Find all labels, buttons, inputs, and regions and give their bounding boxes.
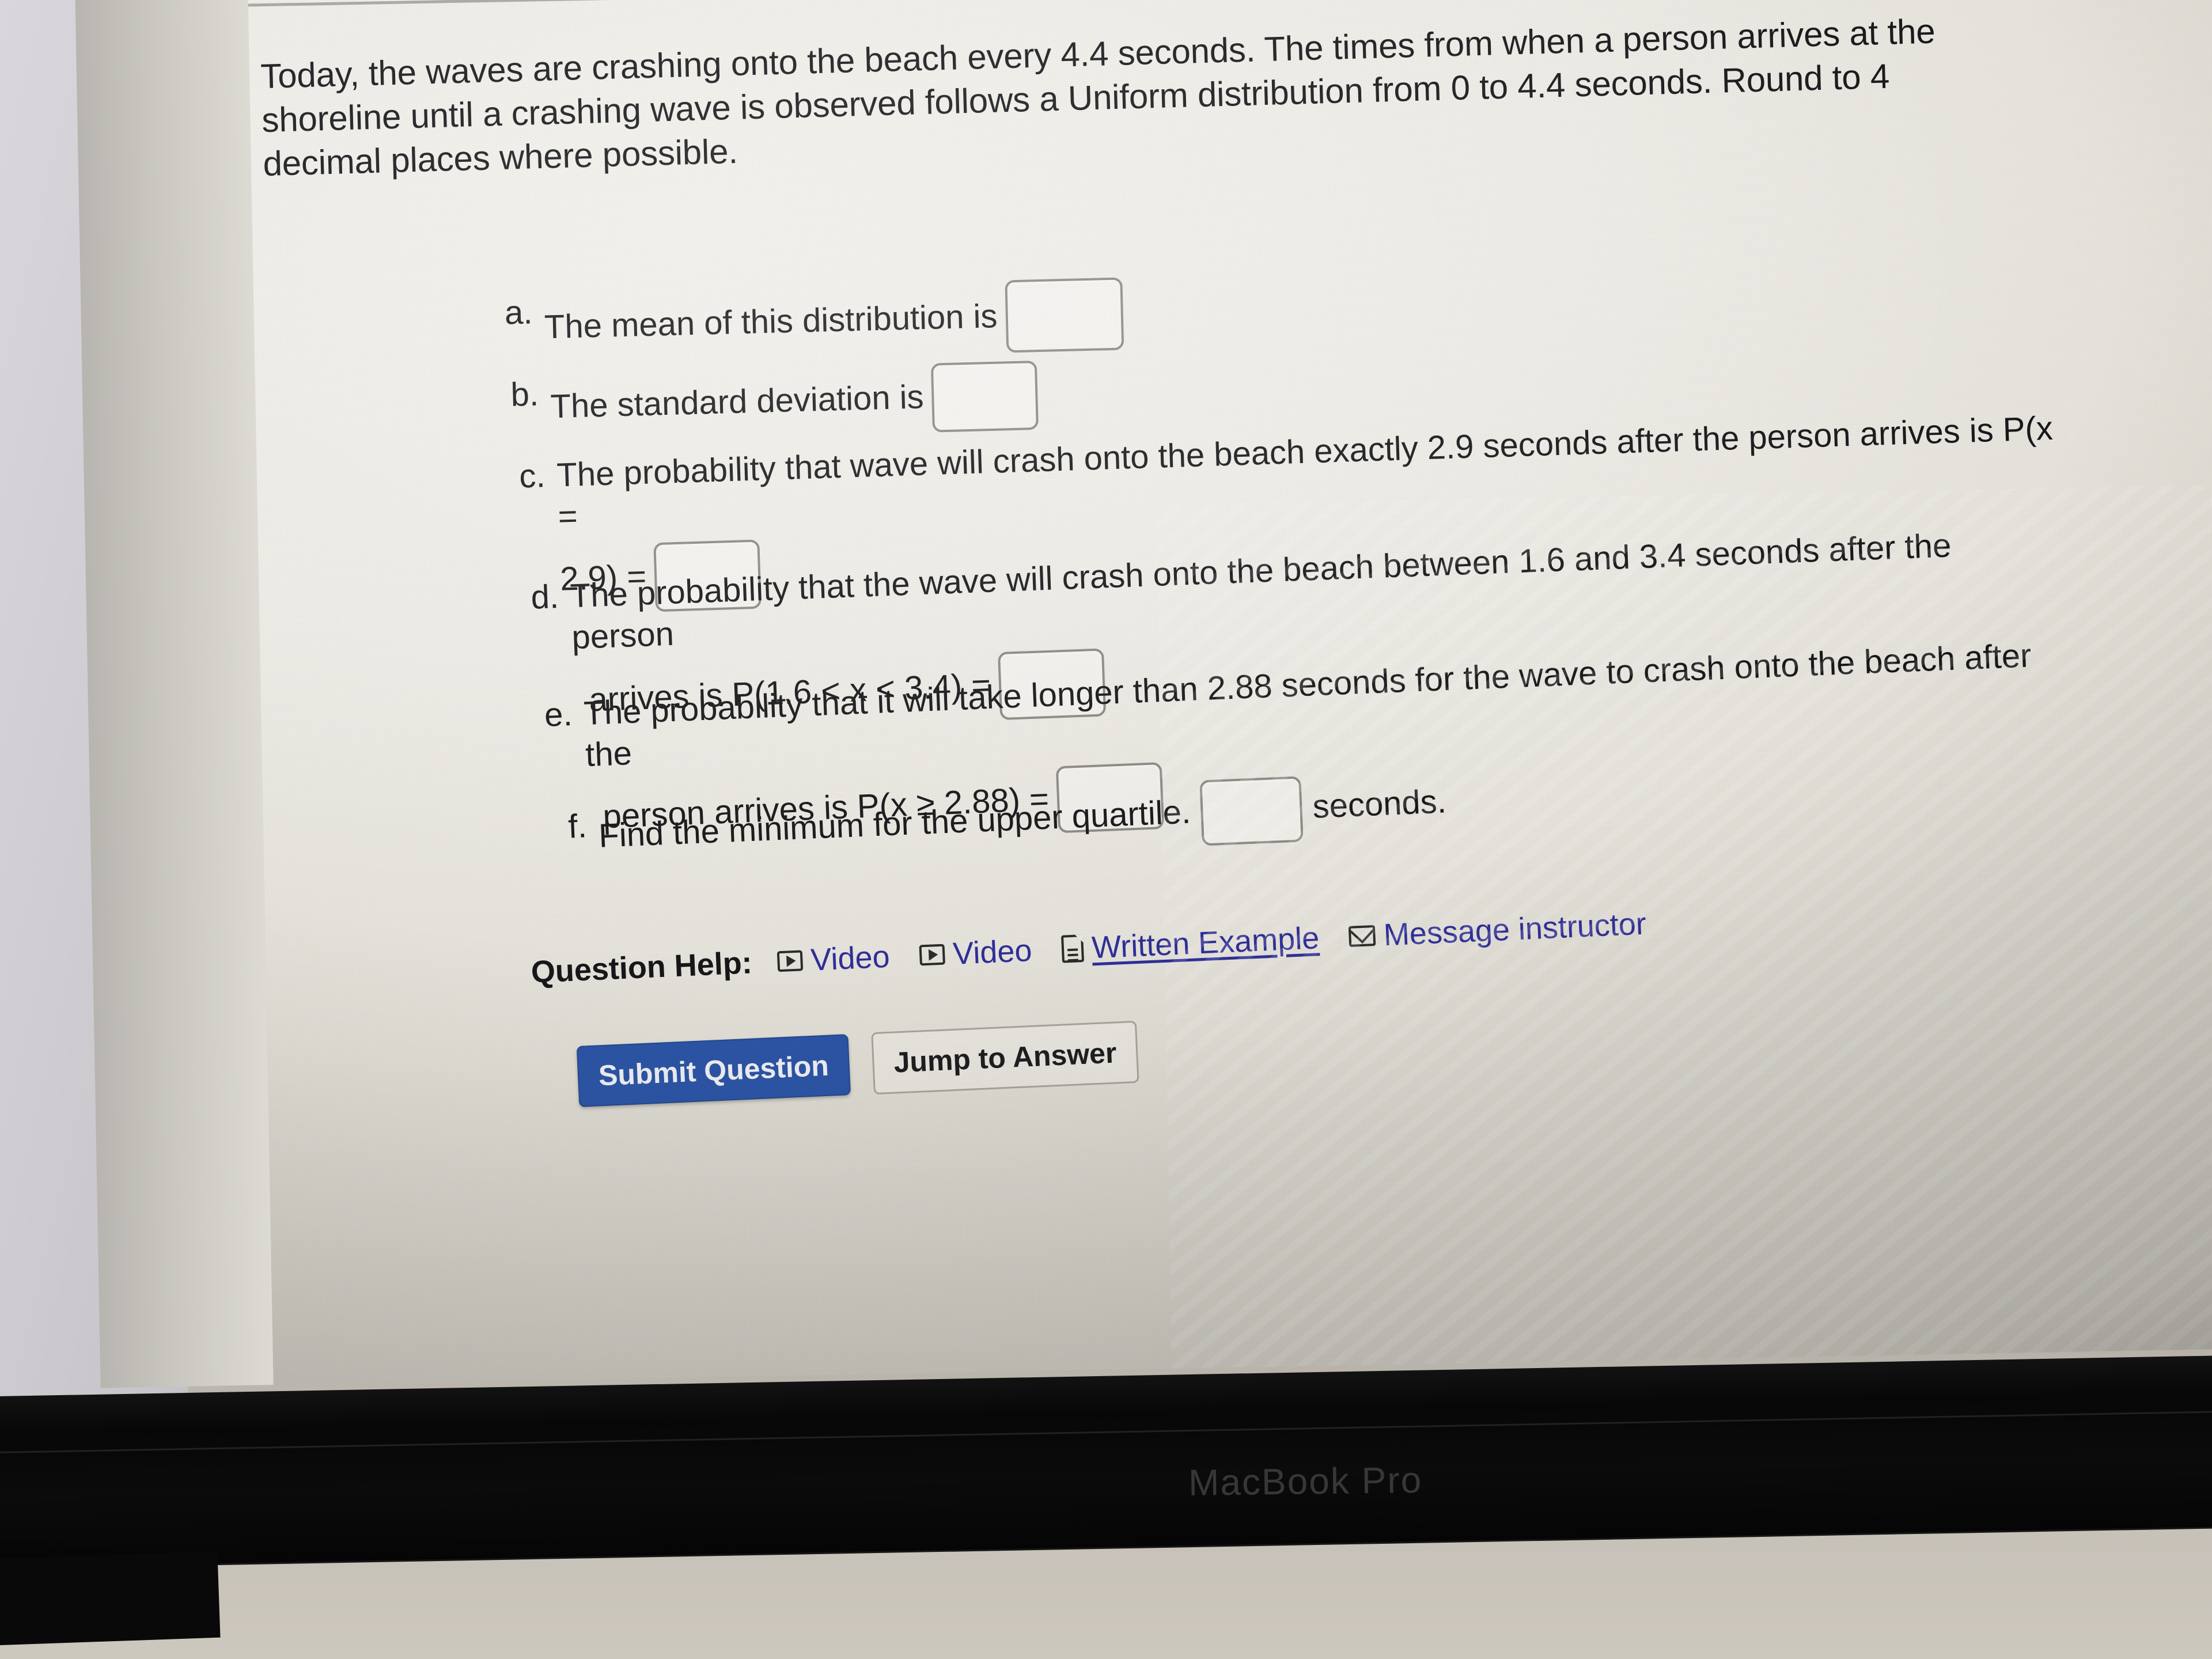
laptop-screen: Today, the waves are crashing onto the b… <box>247 0 2212 1385</box>
part-marker-a: a. <box>504 293 533 332</box>
action-button-row: Submit Question Jump to Answer <box>576 1020 1139 1108</box>
help-link-written-example-label: Written Example <box>1090 921 1320 965</box>
part-b-text: The standard deviation is <box>550 360 1039 445</box>
macbook-pro-wordmark: MacBook Pro <box>1188 1459 1423 1503</box>
part-marker-b: b. <box>510 375 539 414</box>
part-marker-f: f. <box>567 807 588 846</box>
help-link-message-instructor[interactable]: Message instructor <box>1349 906 1647 954</box>
question-help-label: Question Help: <box>530 945 753 990</box>
part-marker-d: d. <box>530 578 560 616</box>
question-part-b: b. The standard deviation is <box>507 360 1039 446</box>
mail-icon <box>1349 925 1376 947</box>
help-link-written-example[interactable]: Written Example <box>1061 920 1320 967</box>
part-a-text: The mean of this distribution is <box>544 277 1124 368</box>
question-content: Today, the waves are crashing onto the b… <box>248 0 2212 1385</box>
laptop-base-edge <box>0 1551 221 1646</box>
part-f-unit: seconds. <box>1312 782 1448 825</box>
video-icon <box>919 944 946 966</box>
answer-input-f[interactable] <box>1199 776 1304 846</box>
help-link-video-1[interactable]: Video <box>777 939 891 979</box>
help-link-message-instructor-label: Message instructor <box>1382 906 1647 953</box>
question-part-a: a. The mean of this distribution is <box>501 277 1124 368</box>
part-marker-e: e. <box>543 695 573 734</box>
help-link-video-1-label: Video <box>810 939 891 978</box>
answer-input-a[interactable] <box>1004 277 1124 353</box>
jump-to-answer-button[interactable]: Jump to Answer <box>871 1020 1139 1095</box>
help-link-video-2-label: Video <box>952 933 1033 971</box>
answer-input-b[interactable] <box>930 360 1039 433</box>
document-icon <box>1061 934 1085 963</box>
hinge-line <box>0 1409 2212 1454</box>
question-stem: Today, the waves are crashing onto the b… <box>260 12 1945 184</box>
part-marker-c: c. <box>518 457 546 495</box>
question-help-row: Question Help: Video Video Written Examp… <box>531 904 1677 990</box>
video-icon <box>777 950 804 972</box>
display-bezel-left <box>75 0 279 1388</box>
help-link-video-2[interactable]: Video <box>919 933 1033 973</box>
submit-question-button[interactable]: Submit Question <box>576 1034 851 1108</box>
laptop-display-lid: Today, the waves are crashing onto the b… <box>75 0 2212 1434</box>
photo-scene: Today, the waves are crashing onto the b… <box>0 0 2212 1659</box>
